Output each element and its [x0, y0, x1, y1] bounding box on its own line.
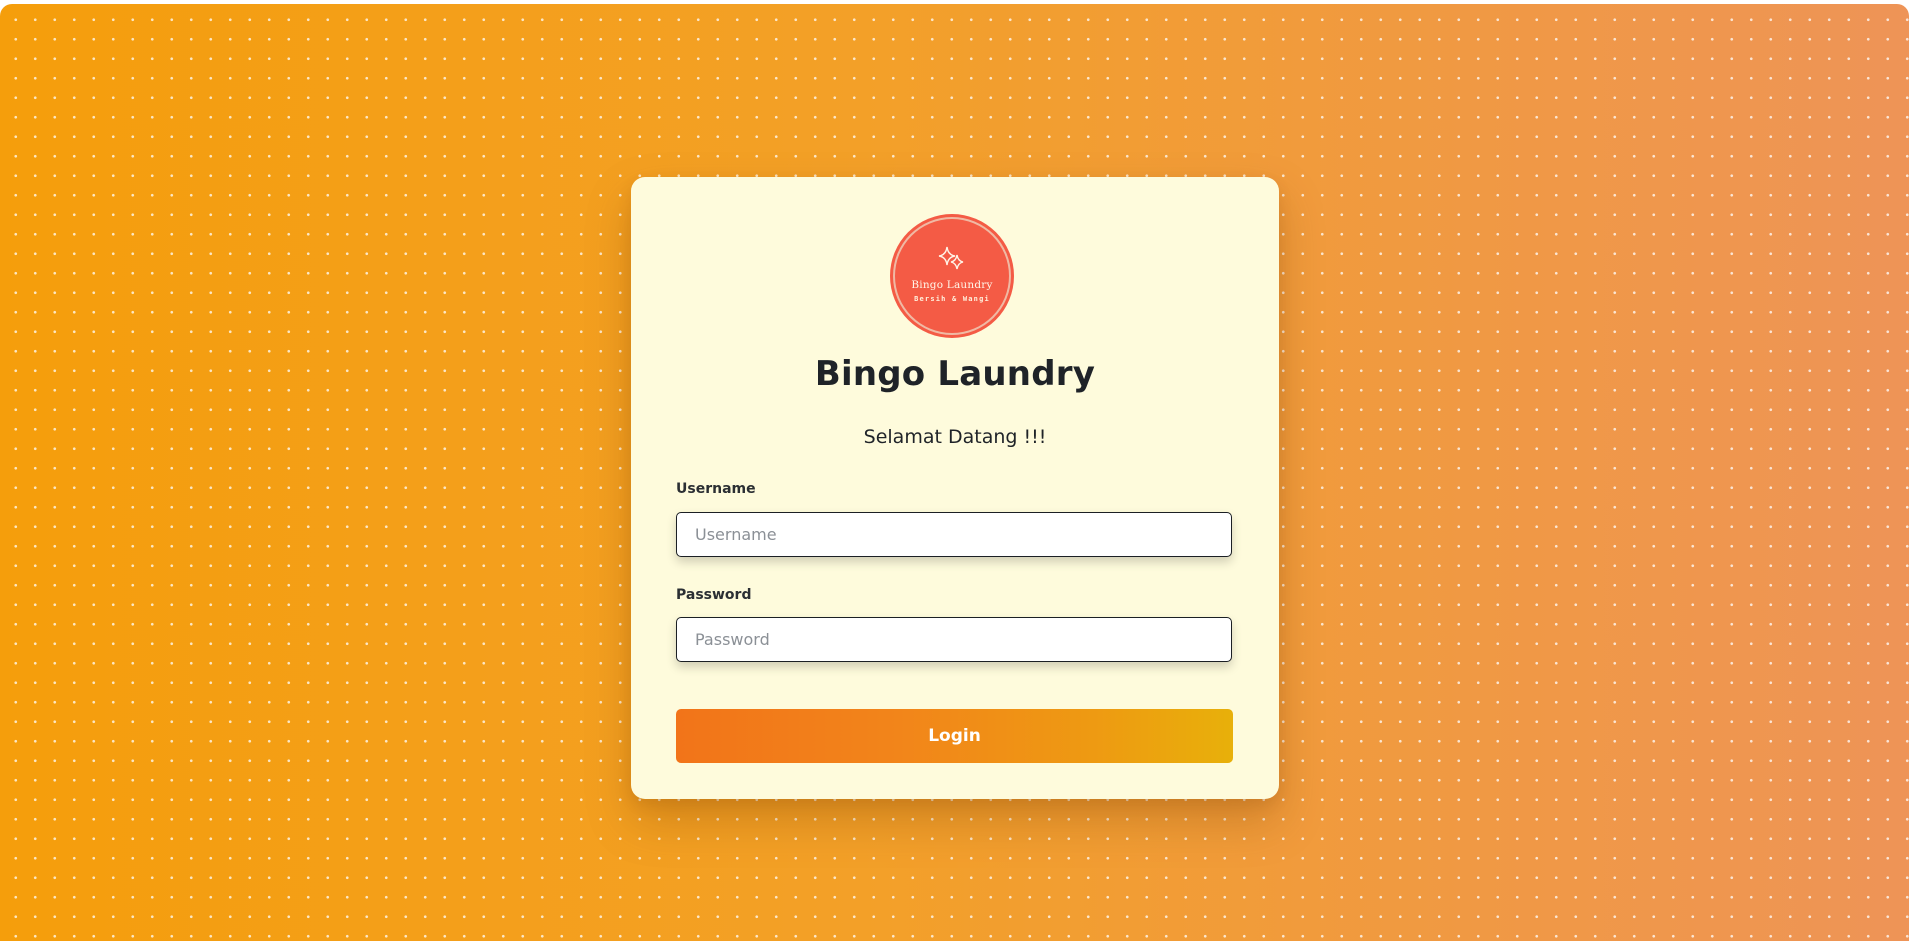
- brand-title: Bingo Laundry: [814, 354, 1096, 394]
- logo-subtitle: Bersih & Wangi: [914, 295, 990, 303]
- welcome-message: Selamat Datang !!!: [863, 426, 1047, 448]
- sparkle-icon: [938, 246, 964, 270]
- page-background: Bingo Laundry Bersih & Wangi Bingo Laund…: [0, 4, 1909, 941]
- username-label: Username: [676, 481, 756, 497]
- password-label: Password: [676, 587, 752, 603]
- login-button[interactable]: Login: [676, 709, 1233, 763]
- username-input[interactable]: [676, 512, 1232, 557]
- password-input[interactable]: [676, 617, 1232, 662]
- brand-logo: Bingo Laundry Bersih & Wangi: [893, 217, 1011, 335]
- login-card: Bingo Laundry Bersih & Wangi Bingo Laund…: [631, 177, 1279, 799]
- logo-title: Bingo Laundry: [911, 279, 993, 291]
